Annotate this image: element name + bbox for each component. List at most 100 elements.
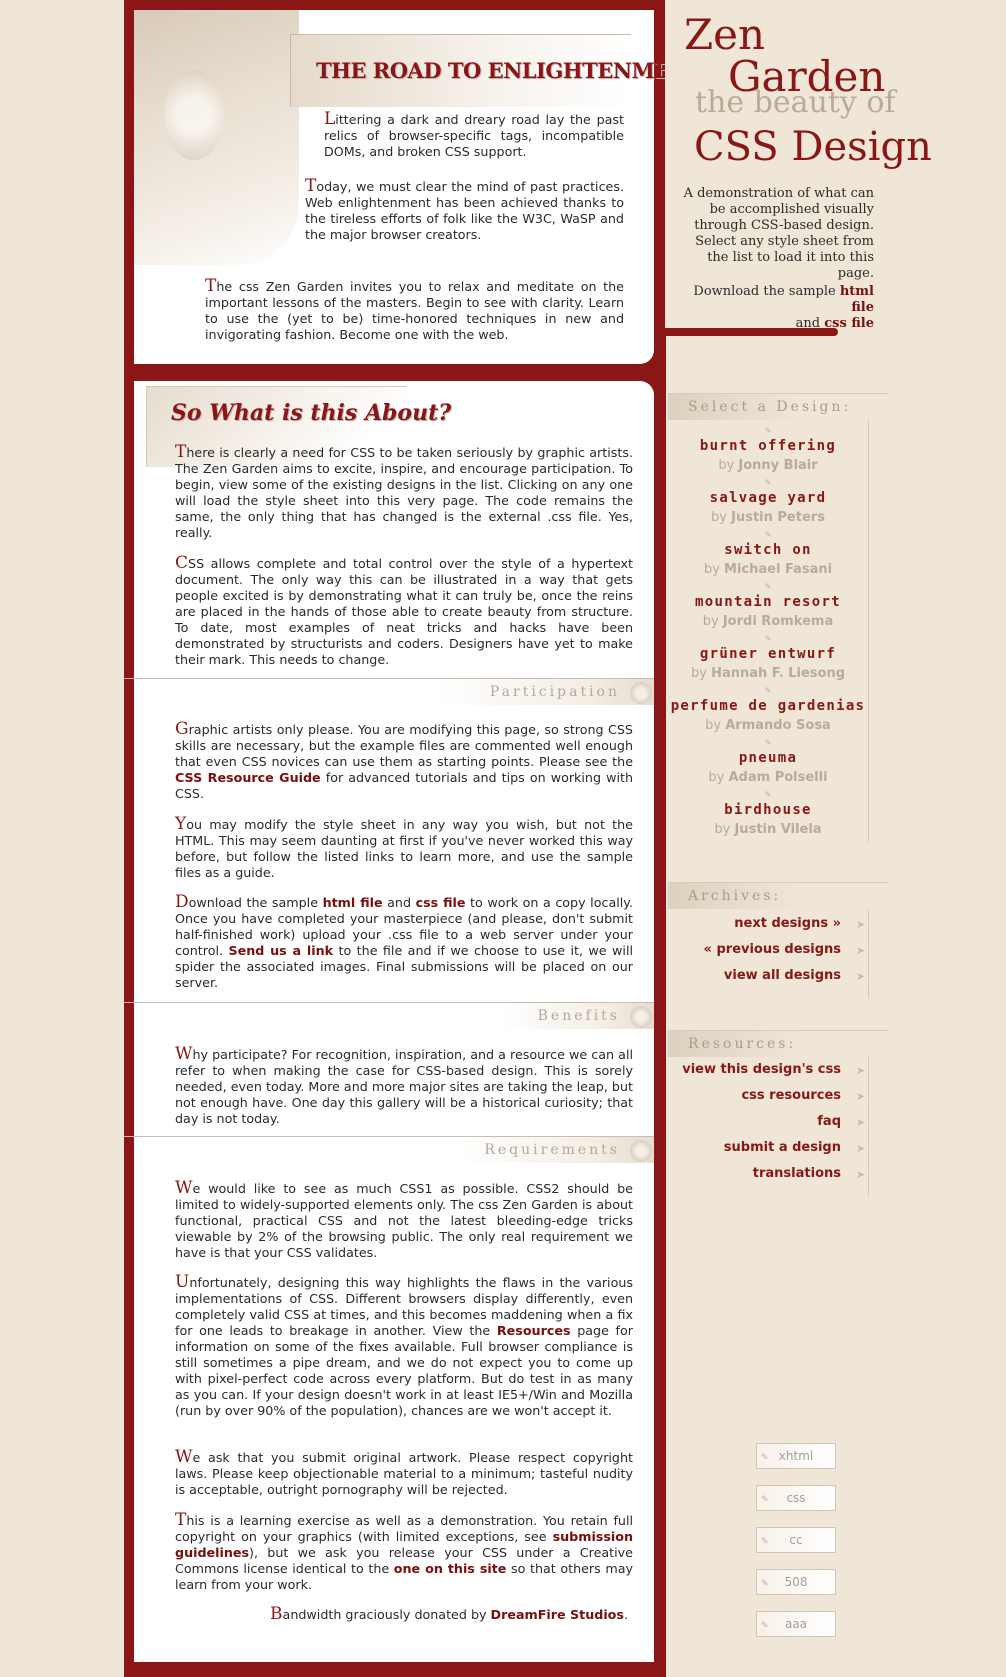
header-html-file-link[interactable]: html file (840, 284, 874, 315)
requirements-paragraph-4: This is a learning exercise as well as a… (175, 1510, 633, 1593)
author-link[interactable]: Justin Vilela (735, 822, 822, 837)
archives-link-2[interactable]: view all designs (724, 968, 841, 983)
pin-icon: ✎ (761, 1621, 769, 1631)
aaa-badge[interactable]: ✎ aaa (756, 1611, 836, 1637)
pin-icon: ✎ (761, 1537, 769, 1547)
author-link[interactable]: Hannah F. Liesong (711, 666, 845, 681)
pin-icon: ✎ (764, 790, 772, 799)
design-item: ✎ burnt offering by Jonny Blair (668, 426, 868, 474)
css-resource-guide-link[interactable]: CSS Resource Guide (175, 770, 321, 785)
design-author: by Jordi Romkema (702, 614, 834, 629)
archives-title: Archives: (668, 882, 888, 909)
design-author: by Hannah F. Liesong (690, 666, 845, 681)
flourish-icon (630, 1006, 652, 1028)
pin-icon: ✎ (761, 1495, 769, 1505)
logo-tagline: the beauty of (695, 85, 896, 120)
header-divider (666, 328, 838, 336)
pin-arrow-icon: ➤ (856, 918, 866, 931)
design-name-link[interactable]: birdhouse (724, 802, 812, 818)
participation-paragraph-1: Graphic artists only please. You are mod… (175, 719, 633, 802)
pin-icon: ✎ (764, 478, 772, 487)
one-on-this-site-link[interactable]: one on this site (394, 1561, 507, 1576)
requirements-paragraph-3: We ask that you submit original artwork.… (175, 1447, 633, 1498)
about-paragraph-2: CSS allows complete and total control ov… (175, 553, 633, 668)
resources-link-2[interactable]: faq (817, 1114, 841, 1129)
benefits-paragraph-1: Why participate? For recognition, inspir… (175, 1044, 633, 1127)
author-link[interactable]: Armando Sosa (725, 718, 831, 733)
archives-link-1[interactable]: « previous designs (704, 942, 841, 957)
intro-paragraph-3: The css Zen Garden invites you to relax … (205, 276, 624, 343)
author-link[interactable]: Jordi Romkema (723, 614, 833, 629)
intro-paragraph-2: Today, we must clear the mind of past pr… (305, 176, 624, 243)
pin-icon: ✎ (764, 582, 772, 591)
css-file-link[interactable]: css file (416, 895, 466, 910)
design-name-link[interactable]: grüner entwurf (700, 646, 836, 662)
design-name-link[interactable]: mountain resort (695, 594, 841, 610)
badge-label: xhtml (778, 1449, 814, 1463)
badge-label: cc (789, 1533, 803, 1547)
resources-link[interactable]: Resources (497, 1323, 571, 1338)
design-item: ✎ mountain resort by Jordi Romkema (668, 582, 868, 630)
resources-title: Resources: (668, 1030, 888, 1057)
author-link[interactable]: Justin Peters (731, 510, 825, 525)
pin-arrow-icon: ➤ (856, 1168, 866, 1181)
design-item: ✎ birdhouse by Justin Vilela (668, 790, 868, 838)
pin-arrow-icon: ➤ (856, 1142, 866, 1155)
download-links: Download the sample html file and css fi… (693, 284, 874, 331)
design-name-link[interactable]: perfume de gardenias (671, 698, 866, 714)
pin-icon: ✎ (764, 426, 772, 435)
badge-label: css (786, 1491, 806, 1505)
bandwidth-credit: Bandwidth graciously donated by DreamFir… (270, 1604, 628, 1624)
requirements-paragraph-1: We would like to see as much CSS1 as pos… (175, 1178, 633, 1261)
lily-image (134, 10, 299, 265)
author-link[interactable]: Michael Fasani (724, 562, 832, 577)
pin-icon: ✎ (764, 634, 772, 643)
participation-paragraph-2: You may modify the style sheet in any wa… (175, 814, 633, 881)
design-author: by Armando Sosa (705, 718, 831, 733)
pin-icon: ✎ (761, 1579, 769, 1589)
design-name-link[interactable]: pneuma (739, 750, 797, 766)
css-badge[interactable]: ✎ css (756, 1485, 836, 1511)
design-name-link[interactable]: switch on (724, 542, 812, 558)
author-link[interactable]: Adam Polselli (729, 770, 828, 785)
design-name-link[interactable]: salvage yard (710, 490, 827, 506)
flourish-icon (630, 1140, 652, 1162)
pin-arrow-icon: ➤ (856, 1090, 866, 1103)
pin-icon: ✎ (761, 1453, 769, 1463)
xhtml-badge[interactable]: ✎ xhtml (756, 1443, 836, 1469)
design-author: by Justin Vilela (714, 822, 822, 837)
archives-link-0[interactable]: next designs » (734, 916, 841, 931)
pin-icon: ✎ (764, 530, 772, 539)
design-author: by Justin Peters (711, 510, 825, 525)
requirements-paragraph-2: Unfortunately, designing this way highli… (175, 1272, 634, 1419)
design-author: by Adam Polselli (708, 770, 828, 785)
logo-css-design: CSS Design (694, 124, 932, 170)
dreamfire-link[interactable]: DreamFire Studios (491, 1607, 624, 1622)
design-item: ✎ perfume de gardenias by Armando Sosa (668, 686, 868, 734)
intro-title: THE ROAD TO ENLIGHTENMENT (316, 58, 704, 83)
resources-link-3[interactable]: submit a design (724, 1140, 841, 1155)
design-author: by Michael Fasani (703, 562, 833, 577)
design-author: by Jonny Blair (718, 458, 818, 473)
pin-arrow-icon: ➤ (856, 1064, 866, 1077)
508-badge[interactable]: ✎ 508 (756, 1569, 836, 1595)
resources-link-0[interactable]: view this design's css (682, 1062, 841, 1077)
design-item: ✎ switch on by Michael Fasani (668, 530, 868, 578)
design-item: ✎ salvage yard by Justin Peters (668, 478, 868, 526)
intro-divider (236, 368, 654, 376)
send-us-link[interactable]: Send us a link (228, 943, 333, 958)
design-item: ✎ pneuma by Adam Polselli (668, 739, 868, 786)
badge-label: aaa (784, 1617, 808, 1631)
author-link[interactable]: Jonny Blair (738, 458, 817, 473)
intro-paragraph-1: Littering a dark and dreary road lay the… (324, 109, 624, 160)
cc-badge[interactable]: ✎ cc (756, 1527, 836, 1553)
participation-paragraph-3: Download the sample html file and css fi… (175, 892, 634, 991)
design-name-link[interactable]: burnt offering (700, 438, 836, 454)
pin-icon: ✎ (764, 686, 772, 695)
benefits-title: Benefits (537, 1008, 620, 1024)
resources-link-4[interactable]: translations (753, 1166, 841, 1181)
resources-link-1[interactable]: css resources (741, 1088, 841, 1103)
about-paragraph-1: There is clearly a need for CSS to be ta… (175, 442, 633, 541)
site-description: A demonstration of what can be accomplis… (683, 186, 874, 281)
html-file-link[interactable]: html file (323, 895, 383, 910)
